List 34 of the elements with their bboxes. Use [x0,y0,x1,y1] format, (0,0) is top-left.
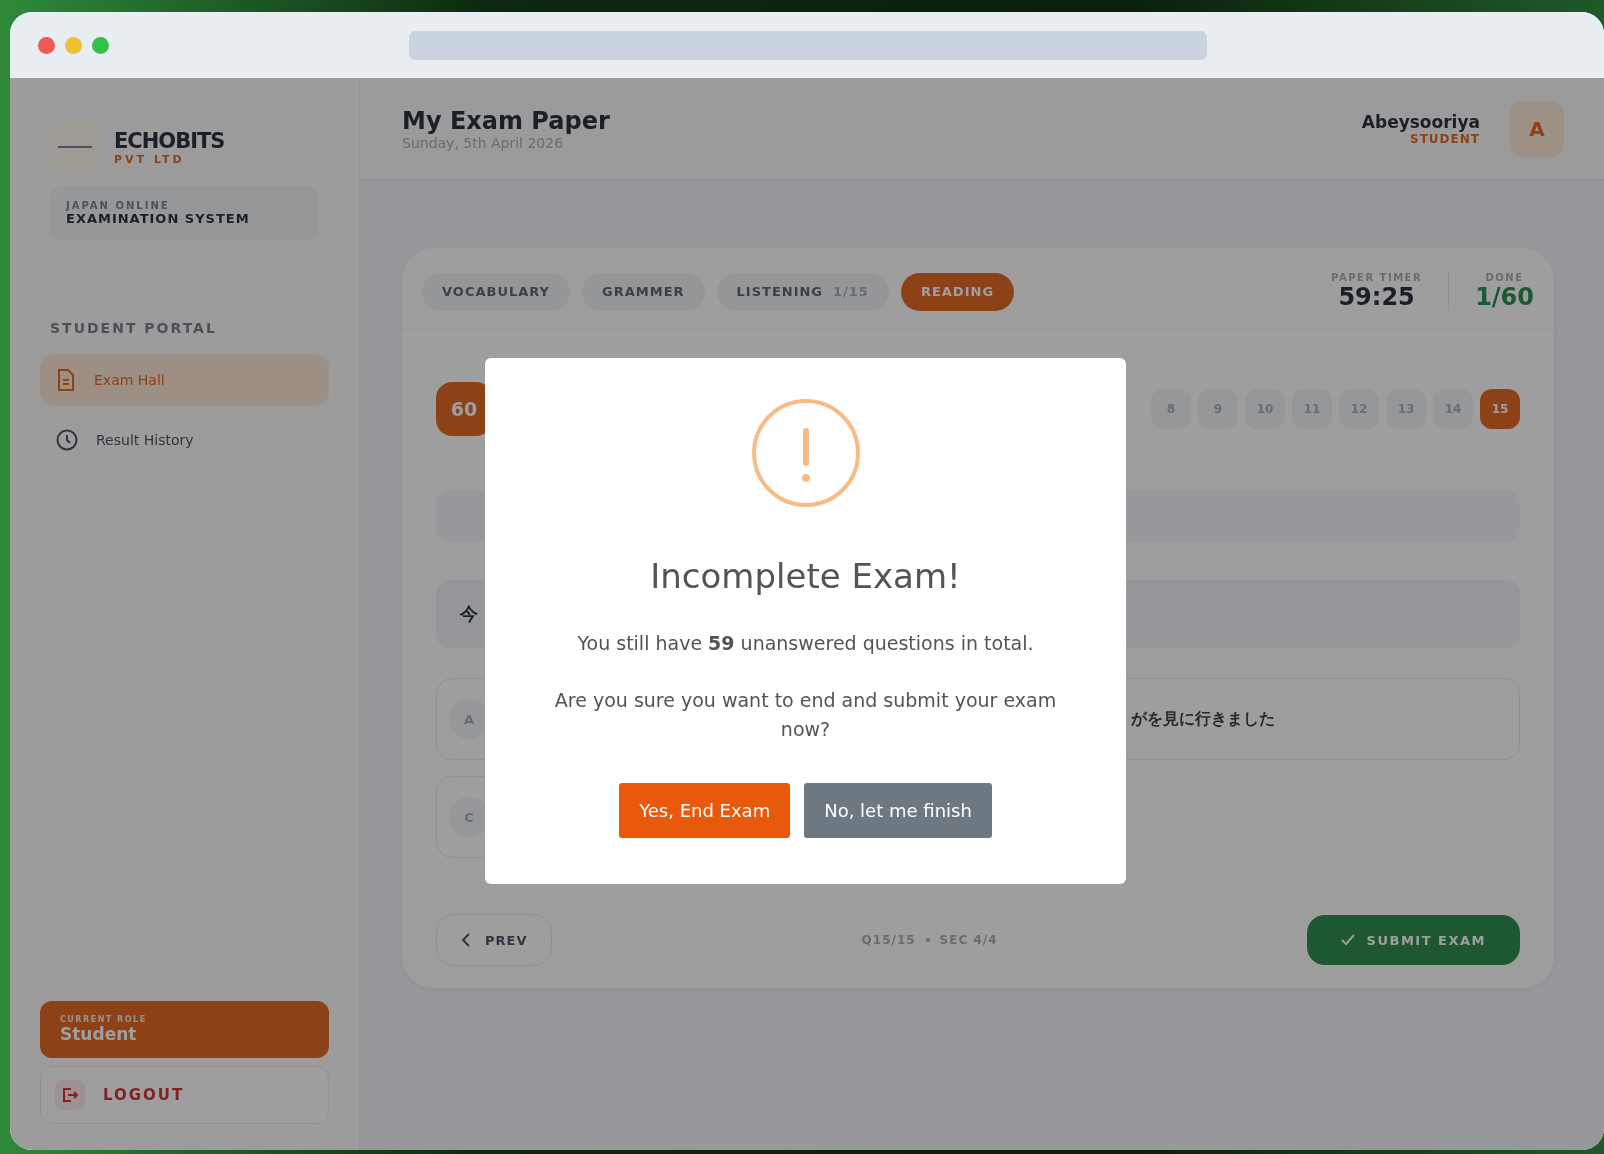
chevron-left-icon [461,933,471,947]
logout-button[interactable]: LOGOUT [40,1066,329,1124]
done-count: 1/60 [1475,283,1534,311]
section-tab[interactable]: GRAMMER [582,272,705,311]
warning-icon [750,398,861,508]
timer-value: 59:25 [1337,283,1416,311]
address-bar[interactable] [409,30,1207,60]
user-name: Abeysooriya [1361,111,1480,132]
maximize-window-dot[interactable] [92,36,109,54]
logout-icon [62,1087,78,1103]
confirm-button[interactable]: Yes, End Exam [619,782,791,838]
checkmark-icon [1340,934,1355,946]
role-value: Student [60,1024,138,1044]
minimize-window-dot[interactable] [65,36,82,54]
user-role: STUDENT [1410,131,1480,146]
cancel-button[interactable]: No, let me finish [804,782,992,838]
submit-exam-button[interactable]: SUBMIT EXAM [1306,915,1520,965]
sidebar-item[interactable]: Result History [40,414,329,466]
system-caption: JAPAN ONLINE [66,200,171,211]
page-title: My Exam Paper [402,106,610,135]
system-name: EXAMINATION SYSTEM [66,211,251,226]
prev-button[interactable]: PREV [436,914,553,966]
question-number[interactable]: 15 [1480,389,1520,429]
document-icon [56,369,76,391]
section-tab[interactable]: VOCABULARY [422,272,570,311]
sidebar-item[interactable]: Exam Hall [40,354,329,406]
user-avatar[interactable]: A [1510,100,1564,157]
brand-subtitle: PVT LTD [114,152,186,166]
close-window-dot[interactable] [38,36,55,54]
section-tab[interactable]: READING [900,272,1015,311]
clock-icon [56,429,78,451]
section-heading: STUDENT PORTAL [50,320,218,336]
role-caption: CURRENT ROLE [60,1015,148,1024]
brand-name: ECHOBITS [114,128,225,153]
